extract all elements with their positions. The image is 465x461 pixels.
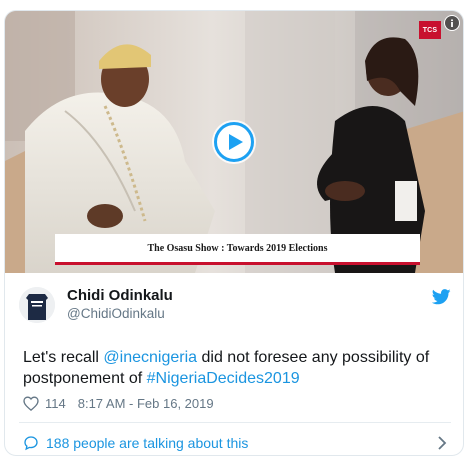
play-button[interactable] xyxy=(214,122,254,162)
timestamp[interactable]: 8:17 AM - Feb 16, 2019 xyxy=(78,396,214,411)
talking-label: 188 people are talking about this xyxy=(46,435,249,451)
author-name[interactable]: Chidi Odinkalu xyxy=(67,287,173,304)
author-handle[interactable]: @ChidiOdinkalu xyxy=(67,306,165,321)
conversation-link[interactable]: 188 people are talking about this xyxy=(23,431,451,455)
info-icon[interactable] xyxy=(444,15,460,31)
video-caption-banner: The Osasu Show : Towards 2019 Elections xyxy=(55,234,420,265)
video-thumbnail[interactable]: TCS The Osasu Show : Towards 2019 Electi… xyxy=(5,11,463,273)
divider xyxy=(19,422,451,423)
like-count[interactable]: 114 xyxy=(45,396,66,411)
channel-logo: TCS xyxy=(419,21,441,39)
mention-link[interactable]: @inecnigeria xyxy=(103,349,197,366)
tweet-text: Let's recall @inecnigeria did not forese… xyxy=(23,347,453,389)
speech-bubble-icon xyxy=(24,436,38,451)
avatar[interactable] xyxy=(19,287,55,323)
embedded-tweet-card: TCS The Osasu Show : Towards 2019 Electi… xyxy=(4,10,464,456)
heart-icon[interactable] xyxy=(23,395,39,411)
tweet-text-start: Let's recall xyxy=(23,349,104,366)
chevron-right-icon xyxy=(438,436,447,450)
twitter-bird-icon[interactable] xyxy=(432,289,451,305)
play-icon xyxy=(228,134,243,150)
hashtag-link[interactable]: #NigeriaDecides2019 xyxy=(147,370,300,387)
tweet-meta: 114 8:17 AM - Feb 16, 2019 xyxy=(23,394,214,412)
